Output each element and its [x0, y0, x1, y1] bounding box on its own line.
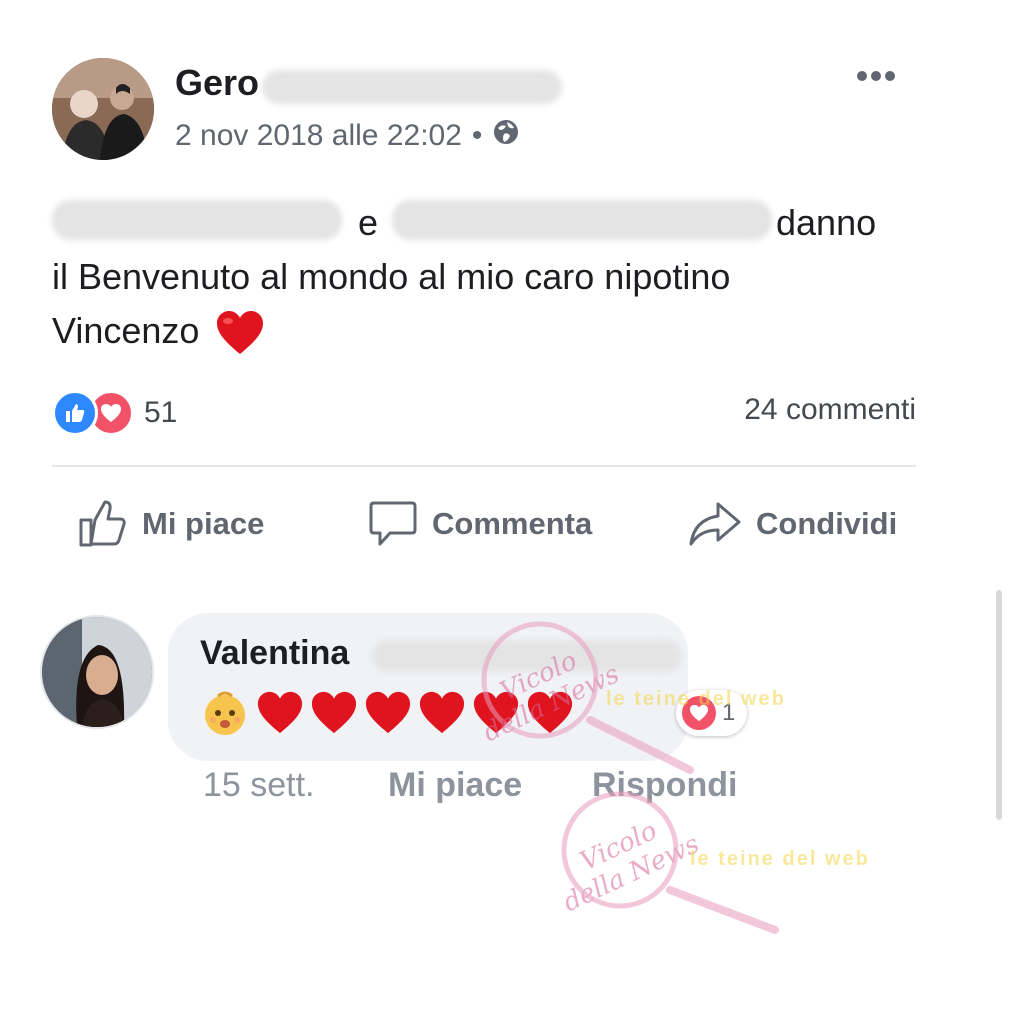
share-button-label: Condividi — [756, 506, 898, 541]
post-timestamp[interactable]: 2 nov 2018 alle 22:02 — [175, 119, 462, 153]
heart-emoji-icon — [365, 691, 411, 734]
author-avatar[interactable] — [52, 58, 154, 160]
divider — [52, 465, 916, 467]
post-meta: 2 nov 2018 alle 22:02 • — [175, 118, 520, 154]
baby-emoji-icon — [205, 691, 245, 735]
comment-button-label: Commenta — [432, 506, 593, 541]
post-text: e danno il Benvenuto al mondo al mio car… — [52, 196, 932, 358]
heart-emoji-icon — [311, 691, 357, 734]
post-author-name[interactable]: Gero — [175, 62, 259, 104]
post-text-name: Vincenzo — [52, 310, 200, 351]
heart-emoji-icon — [217, 311, 264, 355]
like-button[interactable]: Mi piace — [78, 500, 264, 548]
post-text-line2: il Benvenuto al mondo al mio caro nipoti… — [52, 256, 731, 297]
reaction-count: 51 — [144, 396, 178, 429]
commenter-avatar[interactable] — [40, 615, 154, 729]
thumbs-up-icon — [79, 500, 126, 547]
redacted-name-1 — [52, 200, 342, 240]
comment-time[interactable]: 15 sett. — [203, 766, 315, 805]
post-text-end: danno — [776, 202, 877, 243]
share-button[interactable]: Condividi — [688, 500, 897, 548]
reactions-summary[interactable]: 51 — [52, 390, 177, 436]
scrollbar[interactable] — [996, 590, 1002, 820]
globe-icon — [492, 118, 520, 154]
share-arrow-icon — [689, 502, 741, 546]
commenter-name[interactable]: Valentina — [200, 634, 349, 673]
redacted-name-2 — [392, 200, 772, 240]
watermark-banner: le teine del web — [690, 848, 870, 870]
meta-separator: • — [471, 119, 483, 152]
post-text-conj: e — [358, 202, 379, 243]
post-text-line1: e danno — [52, 196, 932, 250]
heart-emoji-icon — [257, 691, 303, 734]
comment-button[interactable]: Commenta — [368, 500, 592, 548]
watermark-banner: le teine del web — [606, 688, 786, 710]
like-button-label: Mi piace — [142, 506, 265, 541]
post-text-line3: Vincenzo — [52, 304, 932, 358]
like-icon — [52, 390, 98, 436]
redacted-surname — [262, 70, 562, 104]
comment-icon — [369, 501, 417, 546]
more-dots-icon[interactable] — [854, 64, 898, 88]
comments-count-link[interactable]: 24 commenti — [744, 393, 916, 427]
